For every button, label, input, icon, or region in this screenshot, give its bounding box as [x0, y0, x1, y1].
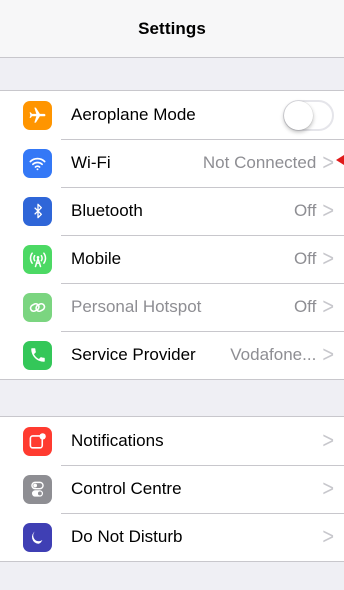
row-label: Personal Hotspot	[71, 297, 202, 316]
antenna-icon	[23, 244, 52, 274]
service-provider-value: Vodafone...	[230, 345, 317, 364]
row-label: Notifications	[71, 431, 164, 450]
moon-icon	[23, 522, 52, 552]
chevron-right-icon: >	[322, 427, 334, 454]
chevron-right-icon: >	[322, 523, 334, 550]
section-spacer	[0, 380, 344, 416]
airplane-icon	[23, 100, 52, 130]
chevron-right-icon: >	[322, 245, 334, 272]
settings-row-notifications[interactable]: Notifications >	[0, 417, 344, 465]
phone-icon	[23, 340, 52, 370]
row-label: Do Not Disturb	[71, 527, 183, 546]
chevron-right-icon: >	[322, 149, 334, 176]
chevron-right-icon: >	[322, 341, 334, 368]
settings-row-bluetooth[interactable]: Bluetooth Off >	[0, 187, 344, 235]
chevron-right-icon: >	[322, 293, 334, 320]
system-group: Notifications > Control Centre > Do Not …	[0, 416, 344, 562]
settings-row-wifi[interactable]: Wi-Fi Not Connected >	[0, 139, 344, 187]
hotspot-status: Off	[293, 297, 317, 316]
hotspot-icon	[23, 292, 52, 322]
settings-row-mobile[interactable]: Mobile Off >	[0, 235, 344, 283]
aeroplane-mode-toggle[interactable]	[283, 99, 334, 131]
page-title: Settings	[138, 18, 206, 38]
notifications-icon	[23, 426, 52, 456]
bluetooth-status: Off	[293, 201, 317, 220]
settings-row-control-centre[interactable]: Control Centre >	[0, 465, 344, 513]
connectivity-group: Aeroplane Mode Wi-Fi Not Connected > Blu…	[0, 90, 344, 380]
settings-row-personal-hotspot[interactable]: Personal Hotspot Off >	[0, 283, 344, 331]
settings-row-do-not-disturb[interactable]: Do Not Disturb >	[0, 513, 344, 561]
bluetooth-icon	[23, 196, 52, 226]
mobile-status: Off	[293, 249, 317, 268]
chevron-right-icon: >	[322, 475, 334, 502]
toggle-knob	[284, 100, 313, 130]
settings-row-service-provider[interactable]: Service Provider Vodafone... >	[0, 331, 344, 379]
settings-row-aeroplane-mode[interactable]: Aeroplane Mode	[0, 91, 344, 139]
section-spacer	[0, 58, 344, 90]
row-label: Mobile	[71, 249, 122, 268]
row-label: Bluetooth	[71, 201, 143, 220]
row-label: Control Centre	[71, 479, 182, 498]
wifi-icon	[23, 148, 52, 178]
control-centre-icon	[23, 474, 52, 504]
navigation-bar: Settings	[0, 0, 344, 58]
row-label: Service Provider	[71, 345, 196, 364]
row-label: Aeroplane Mode	[71, 105, 196, 124]
wifi-status: Not Connected	[202, 153, 317, 172]
red-pointer-arrow-icon	[336, 155, 344, 165]
row-label: Wi-Fi	[71, 153, 111, 172]
chevron-right-icon: >	[322, 197, 334, 224]
